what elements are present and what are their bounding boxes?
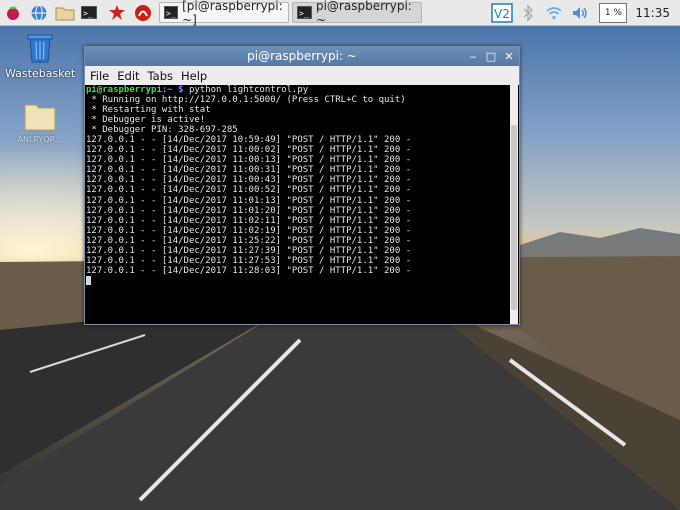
menu-help[interactable]: Help (181, 69, 207, 83)
text-cursor (86, 275, 91, 285)
window-controls: ‒ □ ✕ (461, 47, 515, 66)
menu-edit[interactable]: Edit (117, 69, 139, 83)
terminal-glyph: >_ (81, 6, 97, 19)
file-manager-icon[interactable] (54, 2, 76, 24)
scrollbar-thumb[interactable] (511, 125, 517, 310)
task-terminal-1[interactable]: >_ [pi@raspberrypi: ~] (159, 0, 289, 27)
task-terminal-2[interactable]: >_ pi@raspberrypi: ~ (292, 0, 422, 27)
desktop-icon-wastebasket[interactable]: Wastebasket (5, 30, 75, 80)
cursor-line (86, 275, 511, 287)
mathematica-icon[interactable] (106, 2, 128, 24)
terminal-glyph: >_ (164, 6, 179, 19)
terminal-line: 127.0.0.1 - - [14/Dec/2017 11:02:11] "PO… (86, 215, 412, 226)
terminal-output[interactable]: pi@raspberrypi:~ $ python lightcontrol.p… (85, 85, 511, 324)
desktop-icon-label: Wastebasket (5, 67, 76, 80)
terminal-line: 127.0.0.1 - - [14/Dec/2017 11:00:43] "PO… (86, 175, 412, 186)
terminal-line: 127.0.0.1 - - [14/Dec/2017 11:00:13] "PO… (86, 155, 412, 166)
bluetooth-icon[interactable] (517, 2, 539, 24)
terminal-line: * Debugger PIN: 328-697-285 (86, 125, 238, 136)
window-titlebar[interactable]: pi@raspberrypi: ~ ‒ □ ✕ (85, 47, 519, 66)
menu-file[interactable]: File (90, 69, 109, 83)
terminal-line: 127.0.0.1 - - [14/Dec/2017 11:27:39] "PO… (86, 245, 412, 256)
close-button[interactable]: ✕ (503, 50, 515, 63)
raspberry-menu-icon[interactable] (2, 2, 24, 24)
terminal-line: 127.0.0.1 - - [14/Dec/2017 11:00:02] "PO… (86, 145, 412, 156)
terminal-line: 127.0.0.1 - - [14/Dec/2017 11:00:52] "PO… (86, 185, 412, 196)
menu-tabs[interactable]: Tabs (148, 69, 173, 83)
prompt-path: :~ $ (161, 85, 184, 95)
wolfram-icon[interactable] (132, 2, 154, 24)
window-title: pi@raspberrypi: ~ (247, 49, 357, 63)
terminal-window[interactable]: pi@raspberrypi: ~ ‒ □ ✕ File Edit Tabs H… (84, 46, 520, 325)
task-label: [pi@raspberrypi: ~] (182, 0, 283, 27)
prompt-user: pi@raspberrypi (86, 85, 162, 95)
clock[interactable]: 11:35 (635, 6, 670, 20)
command-text: python lightcontrol.py (183, 85, 309, 95)
terminal-line: 127.0.0.1 - - [14/Dec/2017 10:59:49] "PO… (86, 135, 412, 146)
terminal-line: 127.0.0.1 - - [14/Dec/2017 11:00:31] "PO… (86, 165, 412, 176)
terminal-line: 127.0.0.1 - - [14/Dec/2017 11:01:13] "PO… (86, 195, 412, 206)
desktop-icon-label: ANLRYQR... (17, 135, 63, 144)
terminal-line: 127.0.0.1 - - [14/Dec/2017 11:27:53] "PO… (86, 255, 412, 266)
minimize-button[interactable]: ‒ (467, 50, 479, 63)
terminal-icon[interactable]: >_ (80, 2, 102, 24)
prompt-line: pi@raspberrypi:~ $ python lightcontrol.p… (86, 85, 511, 95)
terminal-line: 127.0.0.1 - - [14/Dec/2017 11:02:19] "PO… (86, 225, 412, 236)
terminal-line: 127.0.0.1 - - [14/Dec/2017 11:28:03] "PO… (86, 265, 412, 276)
desktop-icon-folder[interactable]: ANLRYQR... (5, 100, 75, 144)
taskbar: >_ >_ [pi@raspberrypi: ~] >_ pi@raspberr… (0, 0, 680, 27)
terminal-line: * Restarting with stat (86, 105, 211, 116)
terminal-line: 127.0.0.1 - - [14/Dec/2017 11:25:22] "PO… (86, 235, 412, 246)
terminal-line: 127.0.0.1 - - [14/Dec/2017 11:01:20] "PO… (86, 205, 412, 216)
web-browser-icon[interactable] (28, 2, 50, 24)
task-label: pi@raspberrypi: ~ (315, 0, 412, 27)
vnc-icon[interactable]: V2 (491, 2, 514, 24)
folder-icon (24, 104, 56, 131)
maximize-button[interactable]: □ (485, 50, 497, 63)
svg-text:V2: V2 (494, 7, 510, 21)
wastebasket-icon (27, 34, 53, 63)
cpu-usage-monitor[interactable]: 1 % (599, 2, 628, 23)
system-tray: V2 1 % 11:35 (489, 0, 680, 25)
log-lines: * Running on http://127.0.0.1:5000/ (Pre… (86, 95, 511, 276)
vertical-scrollbar[interactable] (510, 85, 518, 324)
menubar: File Edit Tabs Help (85, 66, 519, 85)
terminal-glyph: >_ (297, 6, 312, 19)
wifi-icon[interactable] (543, 2, 565, 24)
terminal-line: * Running on http://127.0.0.1:5000/ (Pre… (86, 95, 406, 106)
terminal-line: * Debugger is active! (86, 115, 206, 126)
volume-icon[interactable] (569, 2, 591, 24)
